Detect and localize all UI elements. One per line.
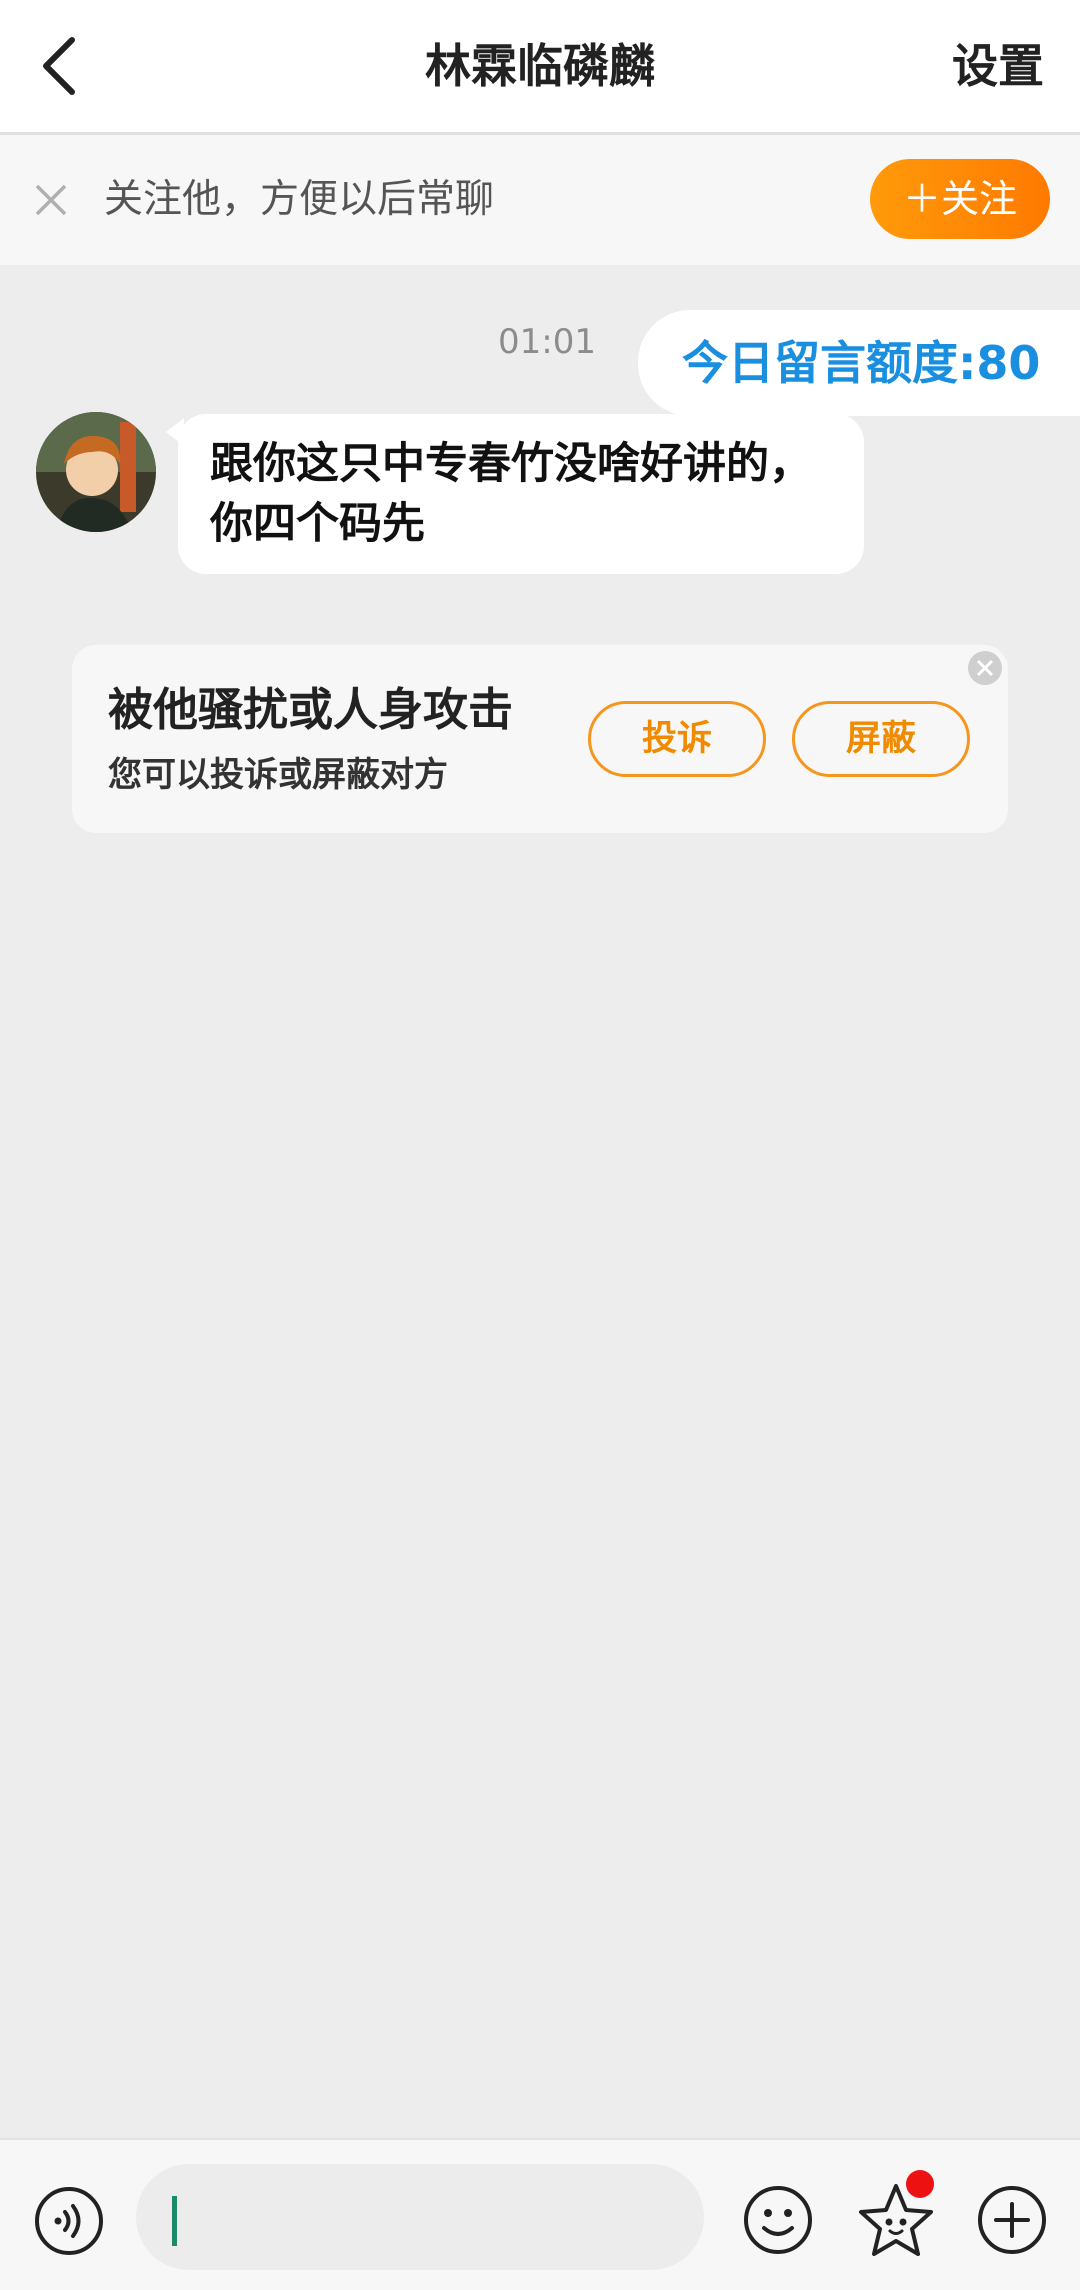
voice-icon[interactable] [34,2186,104,2256]
message-input[interactable] [136,2164,704,2270]
harassment-report-card: 被他骚扰或人身攻击 您可以投诉或屏蔽对方 投诉 屏蔽 [72,645,1008,833]
close-icon[interactable] [34,183,68,217]
received-message-bubble[interactable]: 跟你这只中专春竹没啥好讲的，你四个码先 [178,414,864,574]
follow-button[interactable]: ＋关注 [870,159,1050,239]
emoji-icon[interactable] [742,2184,814,2256]
page-title: 林霖临磷麟 [425,39,655,93]
message-timestamp: 01:01 [498,322,596,362]
follow-bar: 关注他，方便以后常聊 ＋关注 [0,135,1080,265]
notification-dot [906,2170,934,2198]
close-icon[interactable] [966,649,1004,687]
report-card-subtitle: 您可以投诉或屏蔽对方 [108,755,448,795]
complain-button[interactable]: 投诉 [588,701,766,777]
plus-icon[interactable] [976,2184,1048,2256]
follow-prompt: 关注他，方便以后常聊 [104,177,495,222]
header: 林霖临磷麟 设置 [0,0,1080,135]
text-caret [172,2196,177,2246]
report-card-title: 被他骚扰或人身攻击 [108,683,514,736]
input-toolbar [0,2138,1080,2290]
block-button[interactable]: 屏蔽 [792,701,970,777]
avatar[interactable] [36,412,156,532]
settings-button[interactable]: 设置 [952,0,1044,132]
message-quota-bubble: 今日留言额度:80 [638,310,1080,416]
